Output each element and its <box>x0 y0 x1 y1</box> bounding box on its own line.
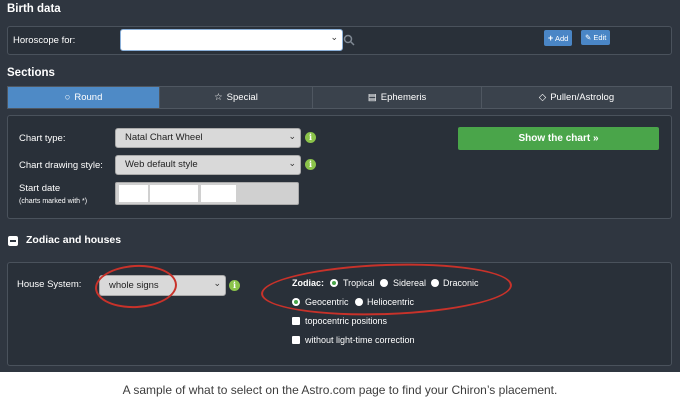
chart-type-label: Chart type: <box>19 133 66 144</box>
chart-type-value: Natal Chart Wheel <box>125 132 203 143</box>
add-label: Add <box>554 34 569 43</box>
birth-data-title: Birth data <box>7 3 61 15</box>
horoscope-select[interactable]: ⌄ <box>120 29 343 51</box>
chevron-down-icon: ⌄ <box>330 32 338 42</box>
info-icon[interactable]: i <box>305 159 316 170</box>
chevron-down-icon: ⌄ <box>288 158 296 168</box>
tab-ephemeris[interactable]: ▤ Ephemeris <box>313 87 482 108</box>
info-icon[interactable]: i <box>229 280 240 291</box>
house-system-label: House System: <box>17 279 82 290</box>
start-date-note: (charts marked with *) <box>19 198 88 205</box>
horoscope-label: Horoscope for: <box>13 35 76 46</box>
start-date-month[interactable] <box>150 185 198 202</box>
chevron-down-icon: ⌄ <box>288 131 296 141</box>
chevron-down-icon: ⌄ <box>213 278 221 288</box>
tab-special[interactable]: ☆ Special <box>160 87 313 108</box>
start-date-year[interactable] <box>201 185 236 202</box>
drawing-style-select[interactable]: Web default style ⌄ <box>115 155 301 175</box>
drawing-style-label: Chart drawing style: <box>19 160 103 171</box>
tab-ephemeris-label: Ephemeris <box>380 92 427 103</box>
caption: A sample of what to select on the Astro.… <box>122 383 558 397</box>
circle-icon: ○ <box>64 92 71 103</box>
topocentric-checkbox[interactable] <box>292 317 300 325</box>
star-icon: ☆ <box>214 92 223 103</box>
topocentric-label: topocentric positions <box>305 316 388 326</box>
light-time-label: without light-time correction <box>305 335 415 345</box>
edit-label: Edit <box>593 33 607 42</box>
show-chart-button[interactable]: Show the chart » <box>458 127 659 150</box>
start-date-box <box>115 182 299 205</box>
sections-title: Sections <box>7 67 55 79</box>
edit-icon: ✎ <box>585 33 592 42</box>
plus-icon: + <box>548 33 554 43</box>
zodiac-houses-title: Zodiac and houses <box>26 234 122 246</box>
astro-screenshot: Birth data Horoscope for: ⌄ + Add ✎ Edit… <box>0 0 680 372</box>
drawing-style-value: Web default style <box>125 159 198 170</box>
chart-type-select[interactable]: Natal Chart Wheel ⌄ <box>115 128 301 148</box>
document-icon: ▤ <box>367 92 377 103</box>
light-time-checkbox[interactable] <box>292 336 300 344</box>
sections-tabs: ○ Round ☆ Special ▤ Ephemeris ◇ Pullen/A… <box>7 86 672 109</box>
diamond-icon: ◇ <box>538 92 547 103</box>
search-icon[interactable] <box>343 34 355 46</box>
edit-button[interactable]: ✎ Edit <box>581 30 611 45</box>
tab-pullen-label: Pullen/Astrolog <box>550 92 615 103</box>
start-date-label: Start date <box>19 183 61 194</box>
tab-round[interactable]: ○ Round <box>8 87 160 108</box>
start-date-day[interactable] <box>119 185 148 202</box>
collapse-icon[interactable] <box>8 236 18 246</box>
add-button[interactable]: + Add <box>544 30 573 46</box>
tab-special-label: Special <box>226 92 258 103</box>
tab-round-label: Round <box>74 92 103 103</box>
info-icon[interactable]: i <box>305 132 316 143</box>
birth-data-panel: Horoscope for: ⌄ + Add ✎ Edit <box>7 26 672 55</box>
tab-pullen-astrolog[interactable]: ◇ Pullen/Astrolog <box>482 87 671 108</box>
